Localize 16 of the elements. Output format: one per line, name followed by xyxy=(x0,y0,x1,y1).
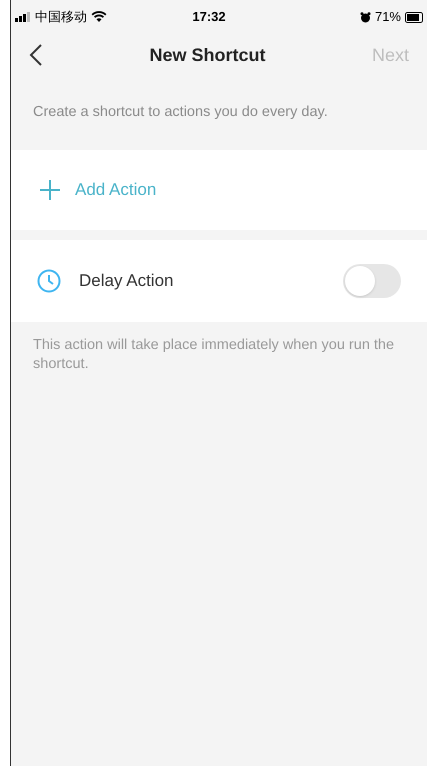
carrier-name: 中国移动 xyxy=(35,8,87,26)
back-icon[interactable] xyxy=(29,44,43,66)
wifi-icon xyxy=(91,11,107,23)
plus-icon xyxy=(39,179,61,201)
battery-icon xyxy=(405,12,423,22)
status-time: 17:32 xyxy=(191,8,227,26)
delay-toggle[interactable] xyxy=(343,264,401,298)
alarm-icon xyxy=(360,12,371,22)
add-action-button[interactable]: Add Action xyxy=(11,150,427,230)
page-title: New Shortcut xyxy=(148,44,266,66)
delay-action-label: Delay Action xyxy=(79,270,174,292)
note-text: This action will take place immediately when you run the shortcut. xyxy=(33,336,396,374)
battery-percent: 71% xyxy=(374,8,401,26)
signal-icon xyxy=(15,12,31,22)
clock-icon xyxy=(37,269,61,293)
description-text: Create a shortcut to actions you do every day. xyxy=(33,103,328,122)
